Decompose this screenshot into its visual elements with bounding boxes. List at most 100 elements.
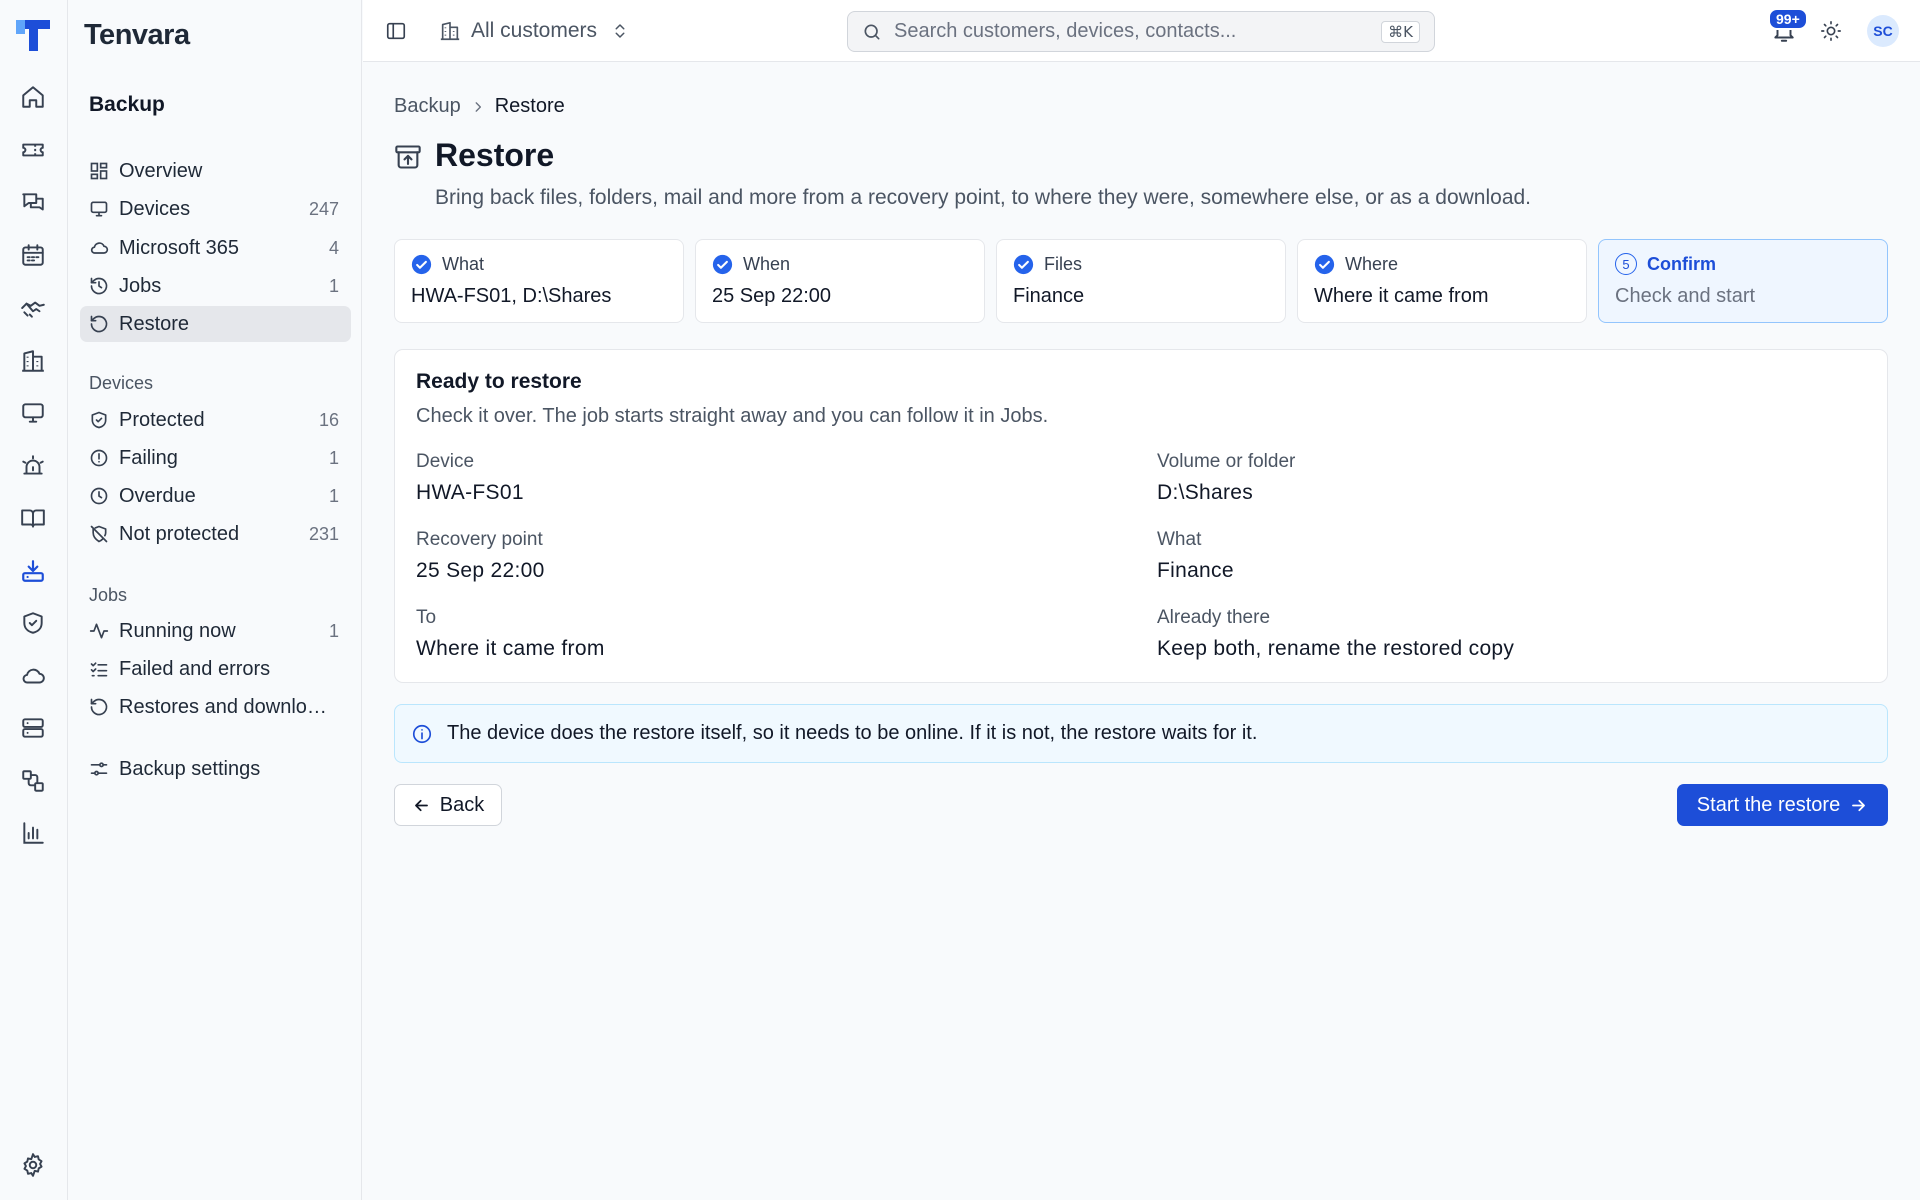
chat-icon[interactable] — [19, 189, 47, 217]
field-label: What — [1157, 529, 1202, 550]
cloud-icon[interactable] — [19, 662, 47, 690]
breadcrumb-backup-link[interactable]: Backup — [394, 95, 461, 118]
sidebar-item-microsoft-365[interactable]: Microsoft 365 4 — [80, 230, 351, 266]
step-value: Check and start — [1615, 285, 1756, 307]
shield-check-icon — [89, 410, 109, 430]
sidebar-item-label: Failed and errors — [119, 657, 271, 680]
page-subtitle: Bring back files, folders, mail and more… — [435, 186, 1532, 209]
chevron-up-down-icon — [611, 22, 629, 40]
global-search[interactable]: ⌘K — [847, 11, 1435, 52]
back-button[interactable]: Back — [394, 784, 502, 826]
backup-icon[interactable] — [19, 557, 47, 585]
cloud-icon — [89, 238, 109, 258]
sidebar-item-running-now[interactable]: Running now 1 — [80, 613, 351, 649]
sidebar-item-label: Protected — [119, 408, 205, 431]
customer-selector-label: All customers — [471, 19, 598, 42]
sidebar-toggle-icon[interactable] — [385, 20, 407, 42]
field-label: Volume or folder — [1157, 451, 1296, 472]
step-where[interactable]: Where Where it came from — [1297, 239, 1587, 323]
summary-field-to: To Where it came from — [416, 607, 1116, 661]
topbar: All customers ⌘K 99+ SC — [363, 0, 1920, 62]
theme-toggle-sun-icon[interactable] — [1820, 20, 1842, 42]
handshake-icon[interactable] — [19, 294, 47, 322]
step-label: When — [743, 253, 791, 274]
summary-subtitle: Check it over. The job starts straight a… — [416, 405, 1049, 427]
restore-icon — [89, 314, 109, 334]
alarm-icon[interactable] — [19, 452, 47, 480]
step-when[interactable]: When 25 Sep 22:00 — [695, 239, 985, 323]
start-restore-button[interactable]: Start the restore — [1677, 784, 1888, 826]
sidebar-group-jobs: Jobs — [89, 585, 128, 605]
sidebar-item-restores-and-downloads[interactable]: Restores and downloads — [80, 689, 351, 725]
sidebar-item-label: Overview — [119, 159, 203, 182]
book-icon[interactable] — [19, 504, 47, 532]
sidebar-item-label: Overdue — [119, 484, 196, 507]
workflow-icon[interactable] — [19, 767, 47, 795]
backup-sidebar: Tenvara Backup Overview Devices 247 Micr… — [68, 0, 362, 1200]
summary-field-device: Device HWA-FS01 — [416, 451, 1116, 505]
online-notice: The device does the restore itself, so i… — [394, 704, 1888, 763]
sidebar-item-devices[interactable]: Devices 247 — [80, 191, 351, 227]
info-icon — [411, 723, 433, 745]
sidebar-item-label: Jobs — [119, 274, 162, 297]
sidebar-item-restore[interactable]: Restore — [80, 306, 351, 342]
step-label: Files — [1044, 253, 1083, 274]
reports-icon[interactable] — [19, 819, 47, 847]
step-what[interactable]: What HWA-FS01, D:\Shares — [394, 239, 684, 323]
restore-summary-card: Ready to restore Check it over. The job … — [394, 349, 1888, 683]
step-files[interactable]: Files Finance — [996, 239, 1286, 323]
field-label: Already there — [1157, 607, 1271, 628]
tenvara-logo-icon[interactable] — [14, 16, 52, 54]
sidebar-item-not-protected[interactable]: Not protected 231 — [80, 516, 351, 552]
step-number: 5 — [1615, 253, 1637, 275]
sidebar-item-count: 1 — [328, 620, 339, 641]
back-button-label: Back — [439, 793, 485, 816]
sidebar-item-overview[interactable]: Overview — [80, 153, 351, 189]
server-icon[interactable] — [19, 714, 47, 742]
sidebar-item-count: 1 — [328, 485, 339, 506]
sidebar-item-failing[interactable]: Failing 1 — [80, 440, 351, 476]
sidebar-item-label: Not protected — [119, 522, 240, 545]
sidebar-item-failed-and-errors[interactable]: Failed and errors — [80, 651, 351, 687]
search-shortcut-hint: ⌘K — [1381, 20, 1420, 43]
summary-field-already-there: Already there Keep both, rename the rest… — [1157, 607, 1857, 661]
field-value: 25 Sep 22:00 — [416, 559, 545, 582]
notice-text: The device does the restore itself, so i… — [447, 722, 1258, 744]
field-label: Device — [416, 451, 475, 472]
sidebar-item-protected[interactable]: Protected 16 — [80, 402, 351, 438]
clock-icon — [89, 486, 109, 506]
notifications-badge: 99+ — [1768, 8, 1808, 30]
summary-field-volume: Volume or folder D:\Shares — [1157, 451, 1857, 505]
sidebar-item-count: 4 — [328, 237, 339, 258]
monitor-icon[interactable] — [19, 399, 47, 427]
sidebar-item-backup-settings[interactable]: Backup settings — [80, 751, 351, 787]
building-icon[interactable] — [19, 347, 47, 375]
ticket-icon[interactable] — [19, 136, 47, 164]
sidebar-group-devices: Devices — [89, 373, 154, 393]
settings-icon[interactable] — [19, 1151, 47, 1179]
user-avatar[interactable]: SC — [1867, 15, 1899, 47]
sidebar-item-count: 1 — [328, 447, 339, 468]
sidebar-item-overdue[interactable]: Overdue 1 — [80, 478, 351, 514]
step-label: What — [442, 253, 485, 274]
check-circle-icon — [411, 254, 432, 275]
start-restore-button-label: Start the restore — [1696, 793, 1841, 816]
sliders-icon — [89, 759, 109, 779]
step-confirm[interactable]: 5 Confirm Check and start — [1598, 239, 1888, 323]
field-value: Keep both, rename the restored copy — [1157, 637, 1515, 660]
calendar-icon[interactable] — [19, 241, 47, 269]
sidebar-item-label: Running now — [119, 619, 236, 642]
shield-icon[interactable] — [19, 609, 47, 637]
restore-stepper: What HWA-FS01, D:\Shares When 25 Sep 22:… — [394, 239, 1888, 323]
search-input[interactable] — [894, 20, 1382, 43]
summary-title: Ready to restore — [416, 370, 582, 393]
step-value: HWA-FS01, D:\Shares — [411, 285, 612, 307]
home-icon[interactable] — [19, 83, 47, 111]
sidebar-item-label: Restore — [119, 312, 190, 335]
sidebar-item-count: 247 — [308, 198, 339, 219]
app-rail — [0, 0, 68, 1200]
sidebar-item-count: 231 — [308, 523, 339, 544]
sidebar-item-jobs[interactable]: Jobs 1 — [80, 268, 351, 304]
arrow-right-icon — [1849, 796, 1868, 815]
customer-selector[interactable]: All customers — [439, 17, 629, 45]
